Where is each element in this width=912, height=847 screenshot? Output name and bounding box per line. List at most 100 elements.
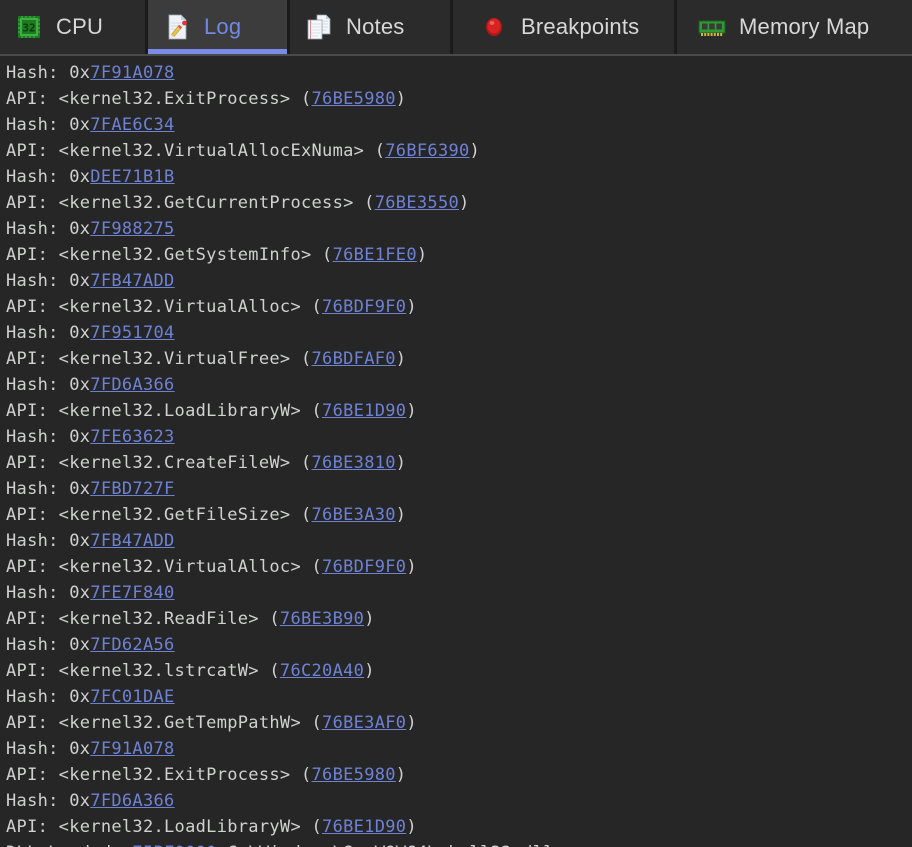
log-text: API: <kernel32.VirtualFree> ( <box>6 349 312 369</box>
log-text: ) <box>395 89 407 109</box>
log-line: API: <kernel32.VirtualAllocExNuma> (76BF… <box>6 138 912 164</box>
log-line: API: <kernel32.VirtualAlloc> (76BDF9F0) <box>6 294 912 320</box>
log-line: Hash: 0x7FD62A56 <box>6 632 912 658</box>
log-text: Hash: 0x <box>6 271 91 291</box>
log-text: Hash: 0x <box>6 167 91 187</box>
log-text: API: <kernel32.lstrcatW> ( <box>6 661 280 681</box>
log-text: C:\Windows\SysWOW64\shell32.dll <box>217 843 554 847</box>
log-text: Hash: 0x <box>6 63 91 83</box>
log-address-link[interactable]: 7F91A078 <box>90 739 174 759</box>
tab-notes[interactable]: Notes <box>290 0 453 54</box>
log-text: ) <box>364 609 375 629</box>
log-line: API: <kernel32.lstrcatW> (76C20A40) <box>6 658 912 684</box>
log-text: API: <kernel32.VirtualAlloc> ( <box>6 297 323 317</box>
log-line: Hash: 0x7F988275 <box>6 216 912 242</box>
log-text: Hash: 0x <box>6 583 91 603</box>
tab-breakpoints[interactable]: Breakpoints <box>453 0 677 54</box>
log-address-link[interactable]: 76BE5980 <box>312 765 396 785</box>
log-text: Hash: 0x <box>6 323 91 343</box>
log-text: Hash: 0x <box>6 427 91 447</box>
log-address-link[interactable]: 76BE3AF0 <box>322 713 406 733</box>
log-text: ) <box>395 349 407 369</box>
log-address-link[interactable]: 75BF0000 <box>132 843 216 847</box>
log-address-link[interactable]: 7FBD727F <box>90 479 174 499</box>
log-address-link[interactable]: 76BE1FE0 <box>333 245 417 265</box>
log-text: API: <kernel32.ReadFile> ( <box>6 609 280 629</box>
log-line: API: <kernel32.LoadLibraryW> (76BE1D90) <box>6 814 912 840</box>
log-text: API: <kernel32.VirtualAllocExNuma> ( <box>6 141 386 161</box>
log-line: Hash: 0x7FD6A366 <box>6 372 912 398</box>
log-line: API: <kernel32.ExitProcess> (76BE5980) <box>6 86 912 112</box>
log-address-link[interactable]: 76BE3B90 <box>280 609 364 629</box>
log-text: ) <box>469 141 481 161</box>
log-address-link[interactable]: 7FE7F840 <box>90 583 174 603</box>
log-address-link[interactable]: 7F988275 <box>90 219 174 239</box>
log-text: ) <box>395 505 407 525</box>
log-address-link[interactable]: 76BE3810 <box>312 453 396 473</box>
tab-cpu-label: CPU <box>56 14 104 39</box>
log-address-link[interactable]: 7FB47ADD <box>90 531 174 551</box>
log-text: ) <box>406 297 417 317</box>
breakpoint-red-dot-icon <box>479 12 509 42</box>
log-address-link[interactable]: 7FD6A366 <box>90 375 174 395</box>
log-address-link[interactable]: 7FE63623 <box>90 427 174 447</box>
log-text: ) <box>364 661 375 681</box>
log-text: Hash: 0x <box>6 479 91 499</box>
cpu-chip-32-icon: 32 <box>14 12 44 42</box>
log-address-link[interactable]: 7F951704 <box>90 323 174 343</box>
tab-cpu[interactable]: 32 CPU <box>0 0 148 54</box>
log-line: API: <kernel32.GetSystemInfo> (76BE1FE0) <box>6 242 912 268</box>
log-line: Hash: 0x7FAE6C34 <box>6 112 912 138</box>
log-address-link[interactable]: 7FB47ADD <box>90 271 174 291</box>
log-line: API: <kernel32.LoadLibraryW> (76BE1D90) <box>6 398 912 424</box>
tab-log[interactable]: Log <box>148 0 290 54</box>
log-text: Hash: 0x <box>6 115 91 135</box>
log-address-link[interactable]: 7FC01DAE <box>90 687 174 707</box>
log-text: API: <kernel32.GetFileSize> ( <box>6 505 312 525</box>
log-line: Hash: 0x7F91A078 <box>6 736 912 762</box>
log-address-link[interactable]: 76C20A40 <box>280 661 364 681</box>
log-text: ) <box>395 765 407 785</box>
log-text: ) <box>406 557 417 577</box>
log-address-link[interactable]: 76BE3A30 <box>312 505 396 525</box>
log-address-link[interactable]: 76BF6390 <box>385 141 469 161</box>
log-address-link[interactable]: 76BDF9F0 <box>322 557 406 577</box>
log-text: Hash: 0x <box>6 375 91 395</box>
log-address-link[interactable]: 76BE3550 <box>375 193 459 213</box>
log-text: ) <box>416 245 428 265</box>
log-text: DLL Loaded: <box>6 843 132 847</box>
log-address-link[interactable]: DEE71B1B <box>90 167 174 187</box>
log-line: DLL Loaded: 75BF0000 C:\Windows\SysWOW64… <box>6 840 912 847</box>
log-output-panel[interactable]: Hash: 0x7F91A078 API: <kernel32.ExitProce… <box>0 54 912 847</box>
log-address-link[interactable]: 76BE5980 <box>312 89 396 109</box>
log-line: Hash: 0x7FE63623 <box>6 424 912 450</box>
log-text: Hash: 0x <box>6 531 91 551</box>
log-address-link[interactable]: 76BDFAF0 <box>312 349 396 369</box>
log-address-link[interactable]: 76BDF9F0 <box>322 297 406 317</box>
log-text: ) <box>459 193 470 213</box>
log-text: Hash: 0x <box>6 791 91 811</box>
svg-text:32: 32 <box>22 22 35 35</box>
log-line: Hash: 0x7FB47ADD <box>6 528 912 554</box>
log-text: API: <kernel32.GetCurrentProcess> ( <box>6 193 375 213</box>
memory-stick-icon <box>697 12 727 42</box>
tab-bar: 32 CPU Log Notes Breakpoints Memory Map <box>0 0 912 54</box>
log-address-link[interactable]: 7FD6A366 <box>90 791 174 811</box>
log-text: ) <box>406 401 417 421</box>
notes-papers-icon <box>304 12 334 42</box>
log-text: Hash: 0x <box>6 635 91 655</box>
tab-memory-map[interactable]: Memory Map <box>677 0 912 54</box>
log-line: Hash: 0x7FB47ADD <box>6 268 912 294</box>
log-line: Hash: 0x7FC01DAE <box>6 684 912 710</box>
log-text: API: <kernel32.GetSystemInfo> ( <box>6 245 333 265</box>
log-line: Hash: 0xDEE71B1B <box>6 164 912 190</box>
log-text: API: <kernel32.GetTempPathW> ( <box>6 713 323 733</box>
log-address-link[interactable]: 76BE1D90 <box>322 401 406 421</box>
log-line: Hash: 0x7FBD727F <box>6 476 912 502</box>
log-address-link[interactable]: 7FAE6C34 <box>90 115 174 135</box>
log-address-link[interactable]: 7FD62A56 <box>90 635 174 655</box>
log-address-link[interactable]: 7F91A078 <box>90 63 174 83</box>
tab-memory-map-label: Memory Map <box>739 14 870 39</box>
log-line: Hash: 0x7F91A078 <box>6 60 912 86</box>
log-address-link[interactable]: 76BE1D90 <box>322 817 406 837</box>
